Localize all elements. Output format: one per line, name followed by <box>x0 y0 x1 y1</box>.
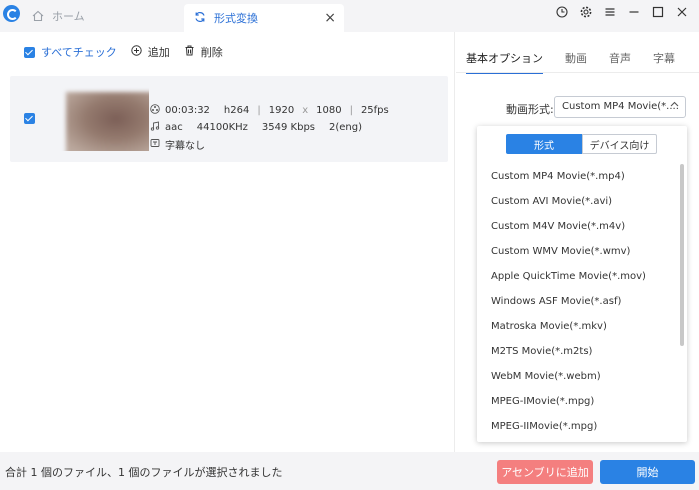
delete-button[interactable]: 削除 <box>184 44 223 60</box>
format-dropdown: 形式 デバイス向け Custom MP4 Movie(*.mp4) Custom… <box>477 126 687 442</box>
add-button[interactable]: 追加 <box>131 44 170 60</box>
home-icon <box>32 10 44 22</box>
format-option[interactable]: WebM Movie(*.webm) <box>477 364 677 389</box>
video-fps: 25fps <box>360 105 389 116</box>
tab-close-icon[interactable]: × <box>324 10 336 26</box>
video-height: 1080 <box>316 105 342 116</box>
tab-basic-options[interactable]: 基本オプション <box>466 50 543 74</box>
tabs-divider <box>456 72 699 73</box>
video-thumbnail <box>38 84 149 151</box>
menu-icon[interactable] <box>603 5 617 19</box>
duration: 00:03:32 <box>165 105 210 116</box>
add-label: 追加 <box>147 46 170 59</box>
format-option[interactable]: MPEG-IIMovie(*.mpg) <box>477 414 677 439</box>
audio-codec: aac <box>165 122 183 133</box>
convert-icon <box>194 11 206 26</box>
status-bar: 合計 1 個のファイル、1 個のファイルが選択されました アセンブリに追加 開始 <box>0 452 699 490</box>
audio-info-line: aac 44100KHz 3549 Kbps 2(eng) <box>150 119 389 136</box>
video-format-value: Custom MP4 Movie(*.... <box>562 101 679 112</box>
minimize-icon[interactable] <box>627 5 641 19</box>
subtitle-info-line: 字幕なし <box>150 136 389 153</box>
history-icon[interactable] <box>555 5 569 19</box>
tab-subtitle[interactable]: 字幕 <box>653 50 675 74</box>
delete-label: 削除 <box>200 46 223 59</box>
dropdown-scrollbar[interactable] <box>680 164 684 346</box>
select-all-label: すべてチェック <box>41 46 117 59</box>
video-info-line: 00:03:32 h264 | 1920 x 1080 | 25fps <box>150 102 389 119</box>
checkbox-checked-icon <box>24 46 35 58</box>
separator: | <box>349 105 353 116</box>
video-reel-icon <box>150 104 165 117</box>
video-codec: h264 <box>223 105 250 116</box>
file-list-panel: すべてチェック 追加 削除 00:03:32 h264 | 1920 x 108… <box>0 32 455 452</box>
trash-icon <box>184 45 195 59</box>
tab-convert[interactable]: 形式変換 × <box>184 4 344 32</box>
chevron-up-icon <box>670 100 679 112</box>
maximize-icon[interactable] <box>651 5 665 19</box>
file-row[interactable]: 00:03:32 h264 | 1920 x 1080 | 25fps aac … <box>10 76 448 162</box>
close-icon[interactable] <box>675 5 689 19</box>
start-button[interactable]: 開始 <box>600 460 695 484</box>
select-all-checkbox[interactable]: すべてチェック <box>24 44 117 60</box>
format-option[interactable]: Custom MP4 Movie(*.mp4) <box>477 164 677 189</box>
sample-rate: 44100KHz <box>196 122 248 133</box>
audio-channels: 2(eng) <box>329 122 363 133</box>
add-to-assembly-button[interactable]: アセンブリに追加 <box>497 460 593 484</box>
file-checkbox[interactable] <box>24 113 35 124</box>
format-option[interactable]: Apple QuickTime Movie(*.mov) <box>477 264 677 289</box>
dropdown-segment: 形式 デバイス向け <box>506 134 657 154</box>
subtitle-value: 字幕なし <box>165 141 205 152</box>
file-toolbar: すべてチェック 追加 削除 <box>0 32 455 72</box>
format-option[interactable]: Windows ASF Movie(*.asf) <box>477 289 677 314</box>
tab-audio[interactable]: 音声 <box>609 50 631 74</box>
format-option[interactable]: Custom AVI Movie(*.avi) <box>477 189 677 214</box>
tab-video[interactable]: 動画 <box>565 50 587 74</box>
segment-device[interactable]: デバイス向け <box>582 134 657 154</box>
window-controls <box>555 5 689 19</box>
format-option[interactable]: MPEG-IMovie(*.mpg) <box>477 389 677 414</box>
music-note-icon <box>150 121 165 134</box>
format-option[interactable]: Custom WMV Movie(*.wmv) <box>477 239 677 264</box>
status-text: 合計 1 個のファイル、1 個のファイルが選択されました <box>5 466 283 479</box>
format-list: Custom MP4 Movie(*.mp4) Custom AVI Movie… <box>477 164 677 439</box>
video-width: 1920 <box>268 105 295 116</box>
tab-home-label: ホーム <box>52 10 85 23</box>
subtitle-icon <box>150 138 165 151</box>
format-option[interactable]: Matroska Movie(*.mkv) <box>477 314 677 339</box>
resolution-x: x <box>302 105 309 116</box>
separator: | <box>257 105 261 116</box>
format-option[interactable]: M2TS Movie(*.m2ts) <box>477 339 677 364</box>
title-bar: ホーム 形式変換 × <box>0 0 699 32</box>
tab-home[interactable]: ホーム <box>26 0 85 32</box>
bitrate: 3549 Kbps <box>261 122 315 133</box>
options-tabs: 基本オプション 動画 音声 字幕 <box>466 50 675 74</box>
segment-format[interactable]: 形式 <box>506 134 582 154</box>
gear-icon[interactable] <box>579 5 593 19</box>
plus-circle-icon <box>131 45 142 59</box>
format-option[interactable]: Custom M4V Movie(*.m4v) <box>477 214 677 239</box>
video-format-label: 動画形式: <box>506 103 554 116</box>
app-logo-icon <box>3 5 20 22</box>
file-meta: 00:03:32 h264 | 1920 x 1080 | 25fps aac … <box>150 102 389 153</box>
video-format-select[interactable]: Custom MP4 Movie(*.... <box>554 96 686 118</box>
tab-convert-label: 形式変換 <box>214 12 258 25</box>
